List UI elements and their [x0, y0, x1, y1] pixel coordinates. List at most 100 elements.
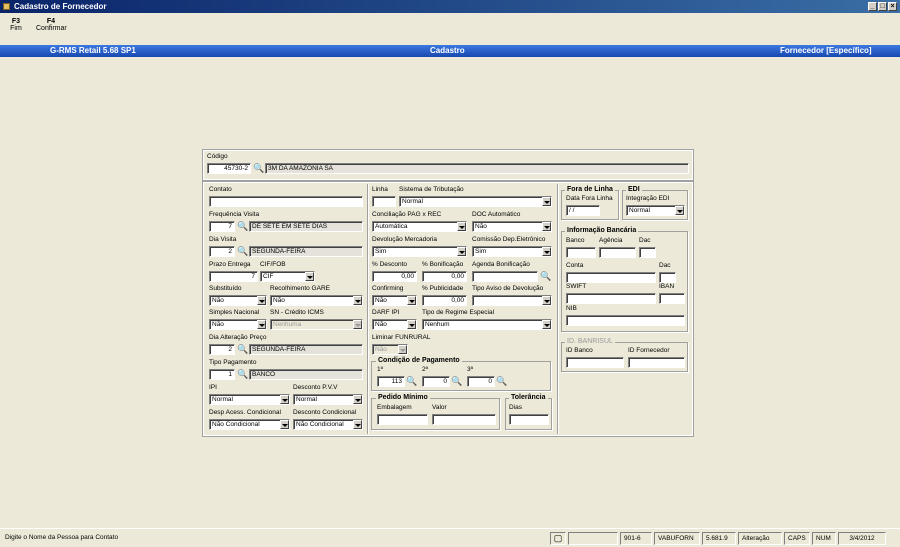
- chevron-down-icon: [398, 345, 407, 354]
- chevron-down-icon[interactable]: [305, 272, 314, 281]
- codigo-search-icon[interactable]: 🔍: [253, 163, 264, 174]
- valor-field[interactable]: [432, 414, 496, 425]
- agenda-field[interactable]: [472, 271, 538, 282]
- dac-label: Dac: [639, 237, 651, 244]
- regime-especial-select[interactable]: Nenhum: [422, 319, 552, 330]
- liminar-funrural-label: Liminar FUNRURAL: [372, 334, 431, 341]
- publicidade-label: % Publicidade: [422, 285, 464, 292]
- agenda-search-icon[interactable]: 🔍: [540, 271, 551, 282]
- chevron-down-icon[interactable]: [457, 247, 466, 256]
- cif-fob-select[interactable]: CIF: [260, 271, 315, 282]
- dia-alteracao-code[interactable]: 2: [209, 344, 235, 355]
- iban-label: IBAN: [659, 283, 675, 290]
- substituido-select[interactable]: Não: [209, 295, 267, 306]
- dia-visita-code[interactable]: 2: [209, 246, 235, 257]
- codigo-field[interactable]: 45730-2: [207, 163, 251, 174]
- dias-field[interactable]: [509, 414, 549, 425]
- dia-alteracao-search-icon[interactable]: 🔍: [237, 344, 248, 355]
- agencia-field[interactable]: [599, 247, 636, 258]
- freq-visita-code[interactable]: 7: [209, 221, 235, 232]
- aviso-devolucao-select[interactable]: [472, 295, 552, 306]
- cond1-search-icon[interactable]: 🔍: [406, 376, 417, 387]
- banco-field[interactable]: [566, 247, 596, 258]
- liminar-funrural-value: Não: [375, 346, 387, 353]
- chevron-down-icon[interactable]: [542, 197, 551, 206]
- bonificacao-field[interactable]: 0,00: [422, 271, 467, 282]
- conta-field[interactable]: [566, 272, 656, 283]
- data-fora-linha-field[interactable]: / /: [566, 205, 600, 216]
- confirming-select[interactable]: Não: [372, 295, 417, 306]
- maximize-icon[interactable]: □: [878, 2, 887, 11]
- dac-field[interactable]: [639, 247, 656, 258]
- chevron-down-icon[interactable]: [675, 206, 684, 215]
- cond2-search-icon[interactable]: 🔍: [451, 376, 462, 387]
- desconto-condicional-select[interactable]: Não Condicional: [293, 419, 363, 430]
- window-title: Cadastro de Fornecedor: [14, 2, 107, 11]
- embalagem-field[interactable]: [377, 414, 428, 425]
- ipi-label: IPI: [209, 384, 217, 391]
- linha-field[interactable]: [372, 196, 396, 207]
- codigo-label: Código: [207, 153, 228, 160]
- chevron-down-icon[interactable]: [457, 222, 466, 231]
- close-icon[interactable]: ×: [888, 2, 897, 11]
- id-banco-field[interactable]: [566, 357, 624, 368]
- conciliacao-select[interactable]: Automática: [372, 221, 467, 232]
- simples-nacional-select[interactable]: Não: [209, 319, 267, 330]
- f3-fim-button[interactable]: F3 Fim: [1, 18, 31, 32]
- chevron-down-icon[interactable]: [353, 296, 362, 305]
- cond1-label: 1ª: [377, 366, 384, 373]
- cond1-field[interactable]: 113: [377, 376, 405, 387]
- swift-label: SWIFT: [566, 283, 587, 290]
- chevron-down-icon[interactable]: [257, 320, 266, 329]
- desconto-field[interactable]: 0,00: [372, 271, 417, 282]
- desconto-pvv-select[interactable]: Normal: [293, 394, 363, 405]
- chevron-down-icon[interactable]: [353, 395, 362, 404]
- tipo-pagamento-code[interactable]: 1: [209, 369, 235, 380]
- doc-automatico-label: DOC Automático: [472, 211, 521, 218]
- conta-dac-label: Dac: [659, 262, 671, 269]
- document-icon: ▢: [550, 532, 566, 545]
- tributacao-select[interactable]: Normal: [399, 196, 552, 207]
- conta-dac-field[interactable]: [659, 272, 676, 283]
- freq-visita-search-icon[interactable]: 🔍: [237, 221, 248, 232]
- cond3-search-icon[interactable]: 🔍: [496, 376, 507, 387]
- minimize-icon[interactable]: _: [868, 2, 877, 11]
- chevron-down-icon[interactable]: [407, 296, 416, 305]
- chevron-down-icon[interactable]: [407, 320, 416, 329]
- ipi-select[interactable]: Normal: [209, 394, 290, 405]
- contato-field[interactable]: [209, 196, 363, 207]
- desconto-pvv-value: Normal: [296, 396, 317, 403]
- f4-confirmar-button[interactable]: F4 Confirmar: [36, 18, 67, 32]
- regime-especial-label: Tipo de Regime Especial: [422, 309, 495, 316]
- cond2-field[interactable]: 0: [422, 376, 450, 387]
- comissao-label: Comissão Dep.Eletrônico: [472, 236, 546, 243]
- chevron-down-icon[interactable]: [542, 296, 551, 305]
- chevron-down-icon[interactable]: [542, 320, 551, 329]
- chevron-down-icon[interactable]: [257, 296, 266, 305]
- prazo-entrega-field[interactable]: 7: [209, 271, 258, 282]
- cond3-label: 3ª: [467, 366, 474, 373]
- cond3-field[interactable]: 0: [467, 376, 495, 387]
- contato-label: Contato: [209, 186, 232, 193]
- gare-select[interactable]: Não: [270, 295, 363, 306]
- chevron-down-icon[interactable]: [542, 222, 551, 231]
- publicidade-field[interactable]: 0,00: [422, 295, 467, 306]
- integracao-edi-select[interactable]: Normal: [626, 205, 685, 216]
- comissao-select[interactable]: Sim: [472, 246, 552, 257]
- tipo-pagamento-search-icon[interactable]: 🔍: [237, 369, 248, 380]
- chevron-down-icon[interactable]: [542, 247, 551, 256]
- chevron-down-icon[interactable]: [280, 395, 289, 404]
- darf-ipi-select[interactable]: Não: [372, 319, 417, 330]
- swift-field[interactable]: [566, 293, 656, 304]
- nib-field[interactable]: [566, 315, 685, 326]
- dia-visita-search-icon[interactable]: 🔍: [237, 246, 248, 257]
- iban-field[interactable]: [659, 293, 685, 304]
- desp-acess-select[interactable]: Não Condicional: [209, 419, 290, 430]
- chevron-down-icon[interactable]: [353, 420, 362, 429]
- status-date: 3/4/2012: [838, 532, 886, 545]
- banner-fornecedor: Fornecedor [Específico]: [780, 46, 872, 55]
- devolucao-select[interactable]: Sim: [372, 246, 467, 257]
- doc-automatico-select[interactable]: Não: [472, 221, 552, 232]
- id-fornecedor-field[interactable]: [628, 357, 685, 368]
- chevron-down-icon[interactable]: [280, 420, 289, 429]
